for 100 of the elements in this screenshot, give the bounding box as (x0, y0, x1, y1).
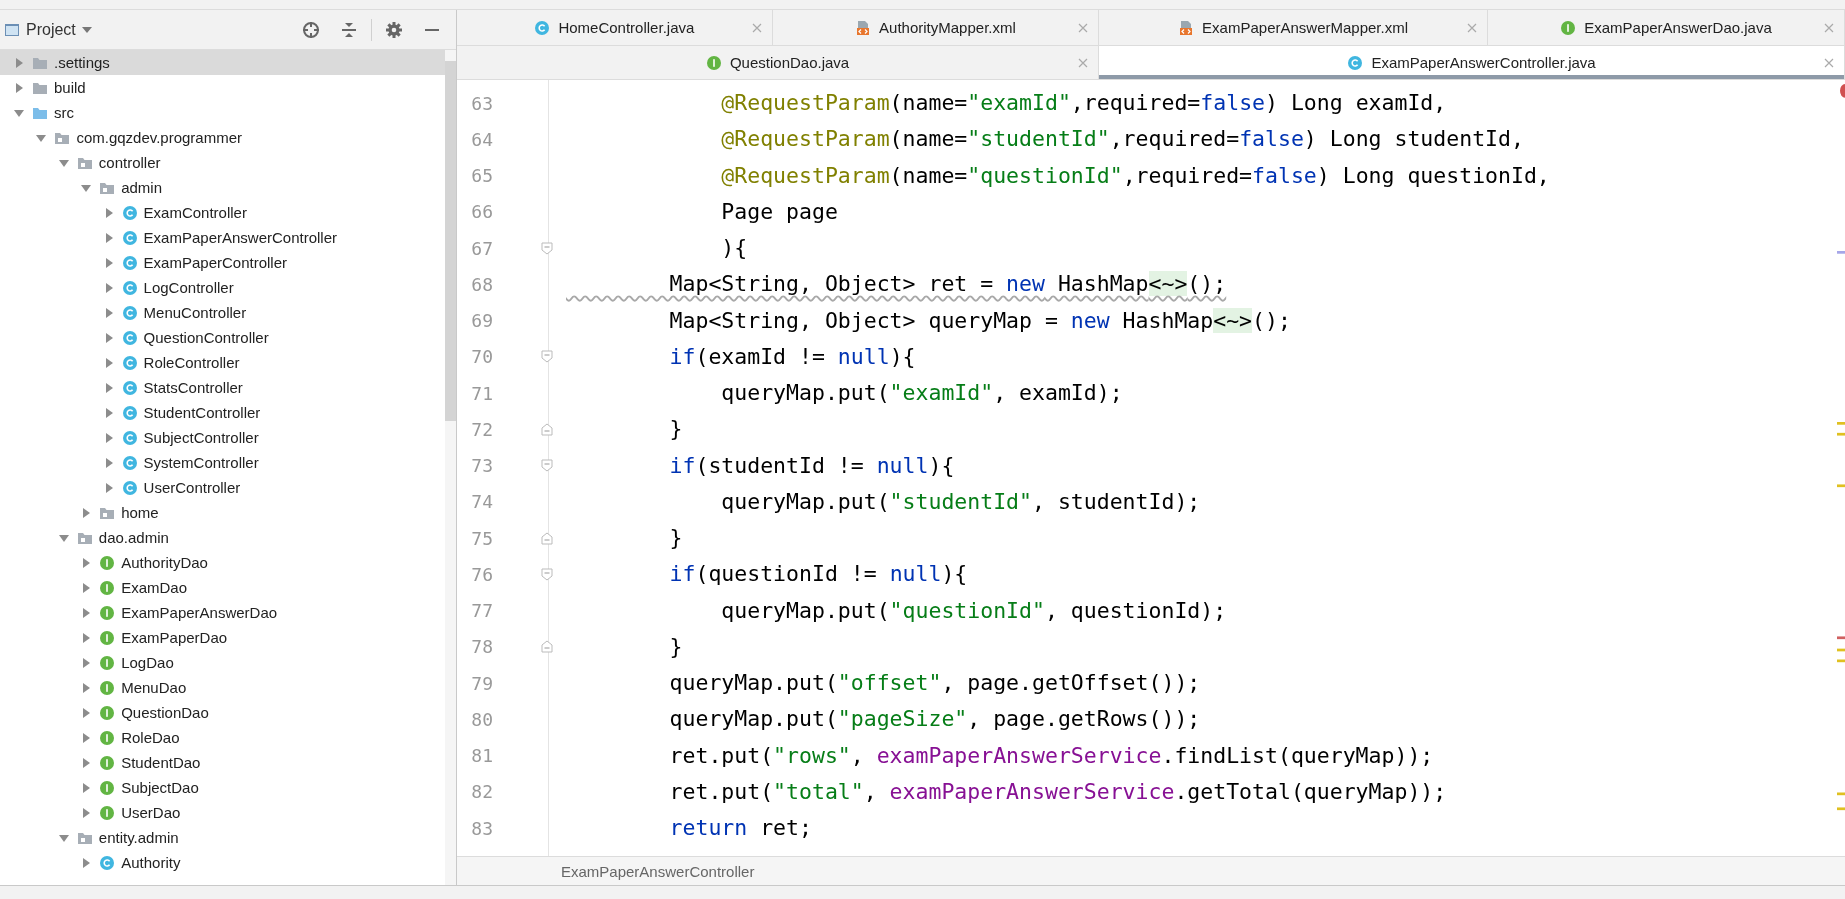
class-icon (121, 304, 138, 321)
collapsed-arrow-icon[interactable] (103, 357, 114, 368)
tree-item[interactable]: LogDao (0, 650, 445, 675)
tree-item[interactable]: entity.admin (0, 825, 445, 850)
tree-item[interactable]: ExamPaperAnswerController (0, 225, 445, 250)
tree-item[interactable]: build (0, 75, 445, 100)
crosshair-icon[interactable] (302, 20, 320, 39)
tree-item[interactable]: controller (0, 150, 445, 175)
tree-item[interactable]: .settings (0, 50, 445, 75)
tree-item[interactable]: StudentController (0, 400, 445, 425)
collapsed-arrow-icon[interactable] (81, 632, 92, 643)
scrollbar[interactable] (445, 50, 456, 885)
fold-marker-icon[interactable] (541, 459, 553, 473)
collapsed-arrow-icon[interactable] (103, 257, 114, 268)
tree-item[interactable]: ExamPaperDao (0, 625, 445, 650)
tree-item[interactable]: MenuController (0, 300, 445, 325)
collapsed-arrow-icon[interactable] (81, 607, 92, 618)
close-icon[interactable] (1824, 22, 1834, 33)
editor-tab[interactable]: ExamPaperAnswerController.java (1099, 46, 1845, 79)
collapsed-arrow-icon[interactable] (103, 282, 114, 293)
collapsed-arrow-icon[interactable] (81, 707, 92, 718)
fold-marker-icon[interactable] (541, 531, 553, 545)
collapsed-arrow-icon[interactable] (103, 332, 114, 343)
collapsed-arrow-icon[interactable] (103, 432, 114, 443)
code-line: } (668, 524, 683, 553)
tree-item[interactable]: SubjectDao (0, 775, 445, 800)
tree-item[interactable]: StudentDao (0, 750, 445, 775)
tree-item[interactable]: AuthorityDao (0, 550, 445, 575)
close-icon[interactable] (1078, 57, 1089, 68)
fold-marker-icon[interactable] (541, 422, 553, 436)
tree-item[interactable]: ExamController (0, 200, 445, 225)
tree-item[interactable]: ExamPaperAnswerDao (0, 600, 445, 625)
interface-icon (99, 629, 116, 646)
tree-item[interactable]: RoleController (0, 350, 445, 375)
tree-item[interactable]: RoleDao (0, 725, 445, 750)
tree-item[interactable]: SystemController (0, 450, 445, 475)
collapsed-arrow-icon[interactable] (81, 682, 92, 693)
class-icon (121, 404, 138, 421)
close-icon[interactable] (751, 22, 762, 33)
interface-icon (99, 779, 116, 796)
fold-marker-icon[interactable] (541, 350, 553, 364)
collapsed-arrow-icon[interactable] (81, 757, 92, 768)
tree-item[interactable]: QuestionDao (0, 700, 445, 725)
collapsed-arrow-icon[interactable] (103, 307, 114, 318)
caret-icon[interactable] (81, 26, 92, 33)
tree-item[interactable]: src (0, 100, 445, 125)
collapsed-arrow-icon[interactable] (103, 232, 114, 243)
interface-icon (99, 704, 116, 721)
close-icon[interactable] (1078, 22, 1089, 33)
collapsed-arrow-icon[interactable] (81, 857, 92, 868)
collapsed-arrow-icon[interactable] (103, 407, 114, 418)
breadcrumb[interactable]: ExamPaperAnswerController (561, 862, 755, 880)
collapsed-arrow-icon[interactable] (103, 482, 114, 493)
tree-item[interactable]: LogController (0, 275, 445, 300)
line-number: 65 (470, 165, 493, 187)
collapsed-arrow-icon[interactable] (81, 782, 92, 793)
tree-item[interactable]: StatsController (0, 375, 445, 400)
close-icon[interactable] (1824, 57, 1834, 68)
settings-icon[interactable] (385, 20, 403, 39)
collapsed-arrow-icon[interactable] (103, 207, 114, 218)
expanded-arrow-icon[interactable] (81, 182, 92, 193)
collapsed-arrow-icon[interactable] (103, 382, 114, 393)
expanded-arrow-icon[interactable] (58, 532, 69, 543)
close-icon[interactable] (1467, 22, 1477, 33)
interface-icon (99, 579, 116, 596)
class-icon (121, 479, 138, 496)
tree-item[interactable]: SubjectController (0, 425, 445, 450)
fold-marker-icon[interactable] (541, 567, 553, 581)
fold-marker-icon[interactable] (541, 241, 553, 255)
tree-item[interactable]: Authority (0, 850, 445, 875)
collapsed-arrow-icon[interactable] (81, 507, 92, 518)
fold-marker-icon[interactable] (541, 640, 553, 654)
collapsed-arrow-icon[interactable] (14, 57, 24, 68)
code-line: queryMap.put("offset", page.getOffset()); (668, 669, 1201, 698)
tree-item[interactable]: dao.admin (0, 525, 445, 550)
tree-item[interactable]: QuestionController (0, 325, 445, 350)
collapse-all-icon[interactable] (340, 20, 358, 39)
collapsed-arrow-icon[interactable] (81, 657, 92, 668)
panel-title[interactable]: Project (26, 20, 76, 39)
tree-item[interactable]: home (0, 500, 445, 525)
collapsed-arrow-icon[interactable] (81, 557, 92, 568)
collapsed-arrow-icon[interactable] (81, 807, 92, 818)
line-number: 75 (470, 527, 493, 549)
collapsed-arrow-icon[interactable] (81, 732, 92, 743)
scrollbar-thumb[interactable] (445, 61, 456, 421)
collapsed-arrow-icon[interactable] (81, 582, 92, 593)
tree-item[interactable]: UserController (0, 475, 445, 500)
tree-item[interactable]: ExamDao (0, 575, 445, 600)
expanded-arrow-icon[interactable] (14, 107, 24, 118)
tree-item[interactable]: admin (0, 175, 445, 200)
expanded-arrow-icon[interactable] (58, 832, 69, 843)
collapsed-arrow-icon[interactable] (103, 457, 114, 468)
tree-item[interactable]: MenuDao (0, 675, 445, 700)
expanded-arrow-icon[interactable] (58, 157, 69, 168)
tree-item[interactable]: com.gqzdev.programmer (0, 125, 445, 150)
tree-item[interactable]: UserDao (0, 800, 445, 825)
collapsed-arrow-icon[interactable] (14, 82, 24, 93)
class-icon (534, 19, 551, 36)
expanded-arrow-icon[interactable] (36, 132, 47, 143)
tree-item[interactable]: ExamPaperController (0, 250, 445, 275)
